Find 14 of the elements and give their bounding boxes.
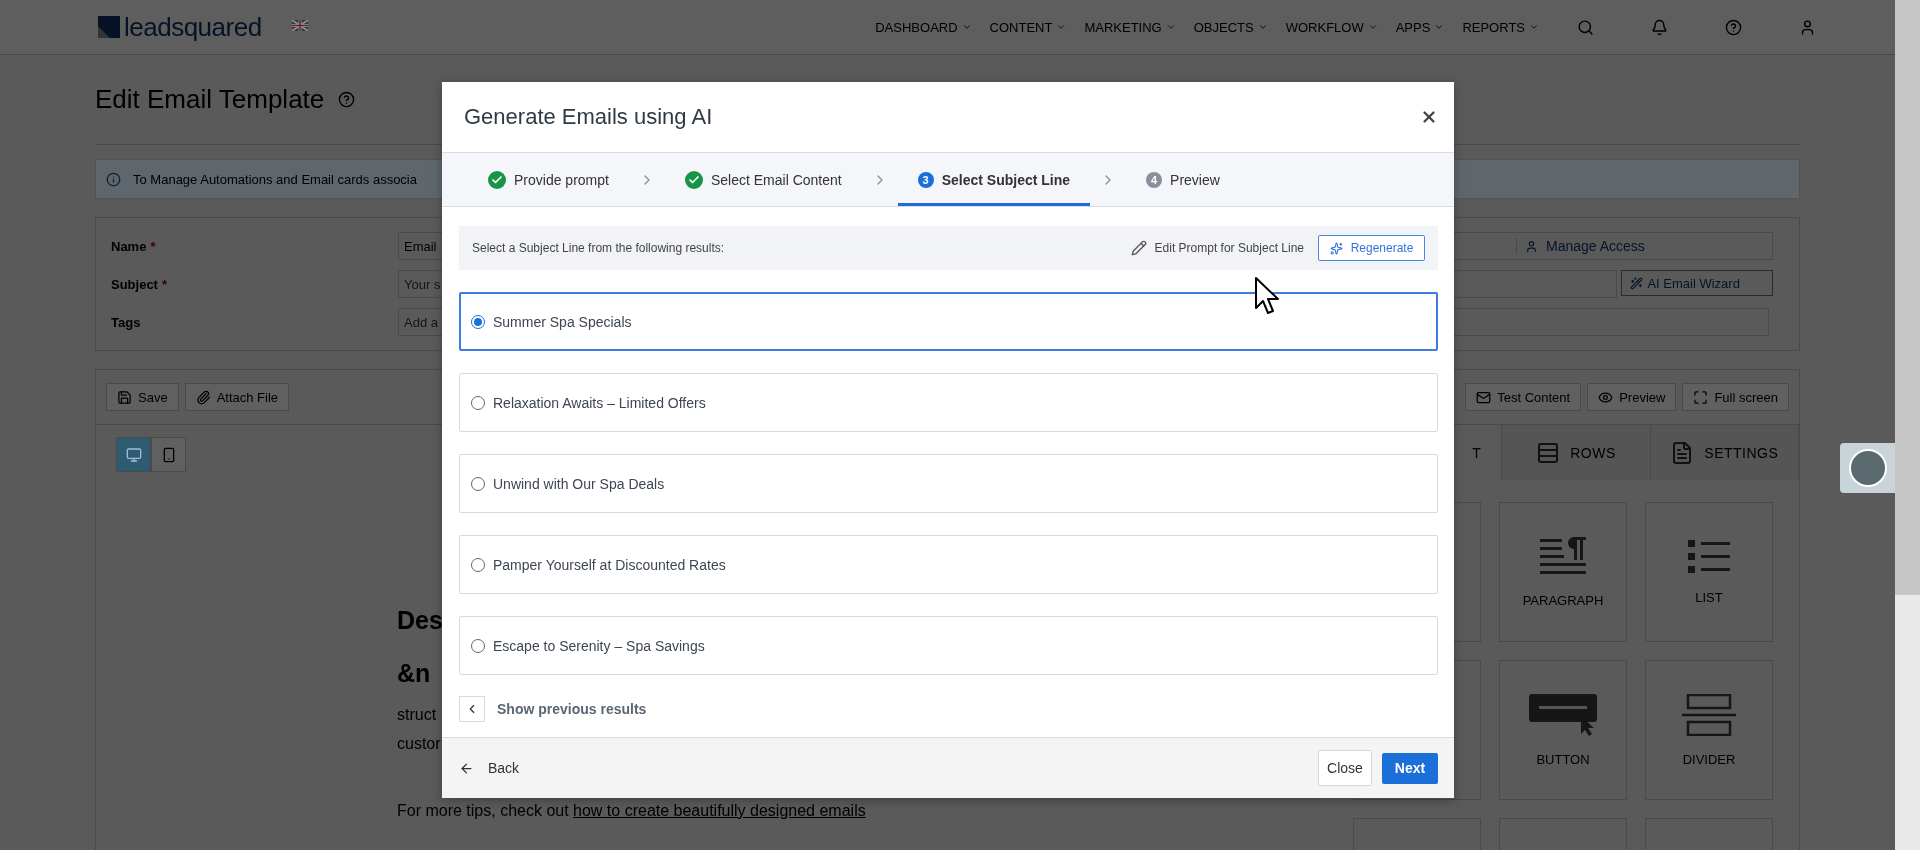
email-body-text: struct xyxy=(397,705,438,725)
step-number: 3 xyxy=(917,171,934,188)
dialog-title: Generate Emails using AI xyxy=(464,104,713,130)
email-heading: Des xyxy=(397,605,443,636)
field-label: Name * xyxy=(111,238,157,254)
step-number: 4 xyxy=(1146,171,1163,188)
email-tip-text: For more tips, check out xyxy=(397,802,570,820)
email-heading: &n xyxy=(397,658,432,689)
page-title: Edit Email Template xyxy=(95,84,325,115)
field-label: Tags xyxy=(111,314,142,330)
email-body-text: custor xyxy=(397,734,442,754)
instruction-text: Select a Subject Line from the following results: xyxy=(472,241,725,255)
info-banner-text: To Manage Automations and Email cards associa xyxy=(133,171,417,187)
field-label: Subject * xyxy=(111,276,169,292)
